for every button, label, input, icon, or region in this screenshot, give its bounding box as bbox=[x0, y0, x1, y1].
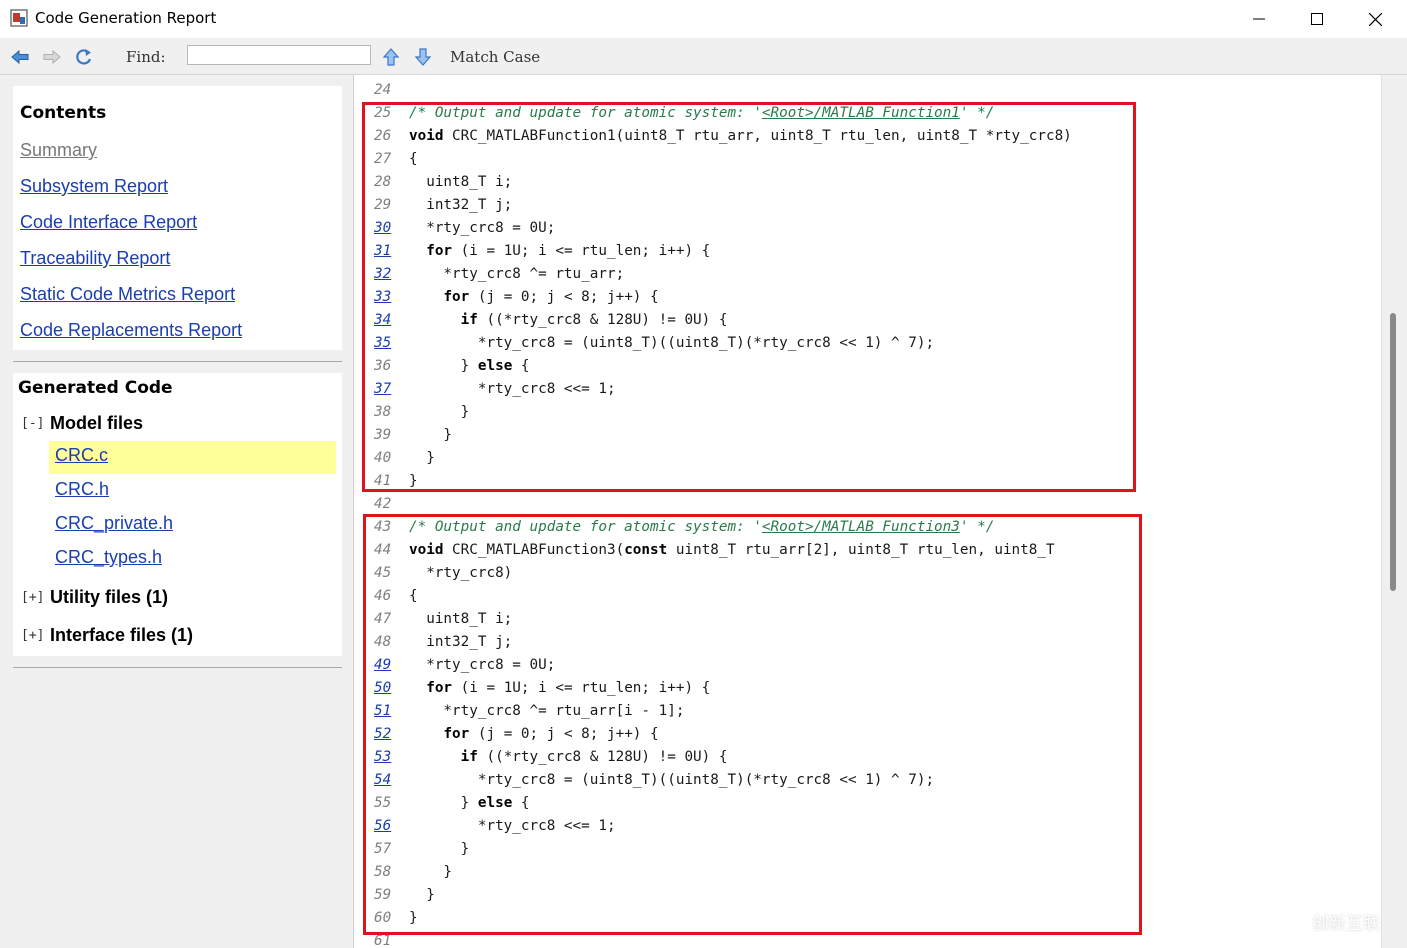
minimize-button[interactable] bbox=[1230, 0, 1288, 38]
traceability-report-link[interactable]: Traceability Report bbox=[20, 248, 170, 269]
code-view[interactable]: 24 25/* Output and update for atomic syst… bbox=[353, 75, 1407, 948]
refresh-icon[interactable] bbox=[74, 47, 94, 67]
static-code-metrics-report-link[interactable]: Static Code Metrics Report bbox=[20, 284, 235, 305]
highlight-box-function3 bbox=[363, 514, 1142, 935]
highlight-box-function1 bbox=[362, 102, 1136, 492]
window-title: Code Generation Report bbox=[35, 9, 217, 27]
model-files-label: Model files bbox=[50, 413, 144, 433]
contents-panel: Contents Summary Subsystem Report Code I… bbox=[13, 86, 342, 350]
line-number: 42 bbox=[374, 496, 392, 512]
code-line: 61 bbox=[354, 933, 1374, 948]
generated-code-panel: Generated Code [-] Model files CRC.c CRC… bbox=[13, 373, 342, 656]
watermark-text: 创新互联 bbox=[1312, 914, 1380, 934]
model-files-toggle[interactable]: [-] bbox=[21, 416, 44, 431]
title-bar: Code Generation Report bbox=[0, 0, 1407, 38]
toolbar: Find: Match Case bbox=[0, 38, 1407, 75]
watermark: 创新互联 bbox=[1268, 900, 1398, 940]
file-link-crc-c[interactable]: CRC.c bbox=[55, 445, 108, 466]
scrollbar-thumb[interactable] bbox=[1390, 313, 1396, 591]
interface-files-toggle[interactable]: [+] bbox=[21, 628, 44, 643]
maximize-icon bbox=[1311, 13, 1323, 25]
interface-files-label[interactable]: Interface files (1) bbox=[50, 625, 193, 646]
find-next-icon[interactable] bbox=[413, 47, 433, 67]
minimize-icon bbox=[1253, 18, 1265, 20]
file-link-crc-private-h[interactable]: CRC_private.h bbox=[55, 513, 173, 534]
maximize-button[interactable] bbox=[1288, 0, 1346, 38]
file-link-crc-types-h[interactable]: CRC_types.h bbox=[55, 547, 162, 568]
close-button[interactable] bbox=[1346, 0, 1404, 38]
find-input[interactable] bbox=[187, 45, 371, 65]
find-previous-icon[interactable] bbox=[381, 47, 401, 67]
back-arrow-icon[interactable] bbox=[10, 47, 30, 67]
app-icon bbox=[10, 9, 28, 27]
sidebar-divider bbox=[13, 361, 342, 362]
close-icon bbox=[1368, 12, 1382, 26]
file-link-crc-h[interactable]: CRC.h bbox=[55, 479, 109, 500]
subsystem-report-link[interactable]: Subsystem Report bbox=[20, 176, 168, 197]
contents-title: Contents bbox=[20, 103, 107, 123]
line-number: 24 bbox=[374, 82, 392, 98]
sidebar: Contents Summary Subsystem Report Code I… bbox=[0, 75, 353, 948]
forward-arrow-icon[interactable] bbox=[42, 47, 62, 67]
line-number: 61 bbox=[374, 933, 392, 948]
code-replacements-report-link[interactable]: Code Replacements Report bbox=[20, 320, 242, 341]
code-interface-report-link[interactable]: Code Interface Report bbox=[20, 212, 197, 233]
utility-files-toggle[interactable]: [+] bbox=[21, 590, 44, 605]
utility-files-label[interactable]: Utility files (1) bbox=[50, 587, 168, 608]
find-label: Find: bbox=[126, 48, 166, 66]
generated-code-title: Generated Code bbox=[18, 378, 173, 398]
match-case-toggle[interactable]: Match Case bbox=[450, 48, 540, 66]
summary-link[interactable]: Summary bbox=[20, 140, 97, 161]
vertical-scrollbar[interactable] bbox=[1381, 75, 1407, 948]
watermark-logo-icon bbox=[1270, 902, 1306, 938]
sidebar-divider-bottom bbox=[13, 667, 342, 668]
